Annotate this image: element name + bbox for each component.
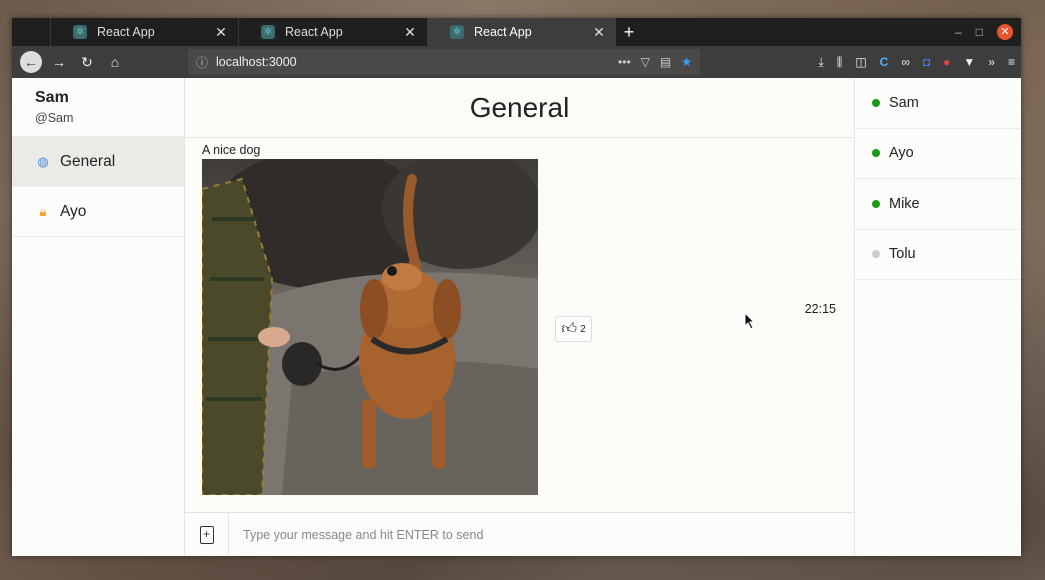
bookmark-star-icon[interactable]: ★ bbox=[681, 55, 692, 69]
library-icon[interactable]: ⫼ bbox=[837, 55, 843, 70]
user-name: Sam bbox=[889, 94, 919, 111]
thumbs-up-icon: 👍︎ bbox=[561, 320, 578, 337]
home-icon[interactable]: ⌂ bbox=[104, 51, 126, 73]
close-tab-icon[interactable]: ✕ bbox=[592, 24, 606, 41]
react-icon: ⚛ bbox=[261, 25, 275, 39]
message-caption: A nice dog bbox=[202, 143, 261, 157]
overflow-chevron-icon[interactable]: » bbox=[988, 55, 995, 69]
dog-photo bbox=[202, 159, 538, 495]
mouse-cursor-icon bbox=[744, 312, 756, 330]
download-icon[interactable]: ⤓ bbox=[818, 55, 823, 70]
user-profile: Sam @Sam bbox=[12, 78, 184, 137]
offline-status-icon bbox=[872, 250, 880, 259]
like-count: 2 bbox=[580, 323, 586, 335]
users-sidebar: Sam Ayo Mike Tolu bbox=[854, 78, 1021, 556]
browser-window: ⚛ React App ✕ ⚛ React App ✕ ⚛ React App … bbox=[12, 18, 1021, 556]
online-status-icon bbox=[872, 199, 880, 208]
user-item-sam[interactable]: Sam bbox=[855, 78, 1021, 129]
tab-label: React App bbox=[97, 25, 155, 39]
dog-photo-illustration bbox=[202, 159, 538, 495]
user-item-tolu[interactable]: Tolu bbox=[855, 230, 1021, 280]
tab-label: React App bbox=[474, 25, 532, 39]
browser-tab-3[interactable]: ⚛ React App ✕ bbox=[427, 18, 616, 46]
new-tab-button[interactable]: + bbox=[616, 18, 642, 46]
attach-file-button[interactable]: + bbox=[185, 512, 229, 556]
react-icon: ⚛ bbox=[73, 25, 87, 39]
back-arrow-icon[interactable]: ← bbox=[20, 51, 42, 73]
reader-icon[interactable]: ▤ bbox=[660, 55, 671, 69]
like-button[interactable]: 👍︎ 2 bbox=[555, 316, 592, 342]
sidebar-icon[interactable]: ◫ bbox=[855, 55, 866, 69]
room-item-ayo[interactable]: 🔒︎ Ayo bbox=[12, 187, 184, 237]
react-icon: ⚛ bbox=[450, 25, 464, 39]
page-actions-icon[interactable]: ••• bbox=[618, 55, 631, 69]
extension-v-icon[interactable]: ▼ bbox=[963, 55, 975, 69]
file-plus-icon: + bbox=[199, 525, 214, 544]
user-name: Tolu bbox=[889, 246, 916, 263]
toolbar-icons: ⤓ ⫼ ◫ C ∞ ◘ ● ▼ » ≡ bbox=[818, 46, 1015, 78]
url-actions: ••• ▽ ▤ ★ bbox=[618, 55, 692, 69]
extension-c-icon[interactable]: C bbox=[880, 55, 889, 69]
extension-glasses-icon[interactable]: ∞ bbox=[901, 55, 910, 69]
profile-handle: @Sam bbox=[35, 111, 74, 125]
minimize-icon[interactable]: – bbox=[955, 25, 962, 39]
room-label: Ayo bbox=[60, 202, 87, 220]
rooms-sidebar: Sam @Sam ◍ General 🔒︎ Ayo bbox=[12, 78, 185, 556]
forward-arrow-icon[interactable]: → bbox=[48, 51, 70, 73]
room-label: General bbox=[60, 152, 116, 170]
message-input[interactable] bbox=[229, 527, 854, 542]
pocket-icon[interactable]: ▽ bbox=[641, 55, 650, 69]
address-bar[interactable]: ⓘ localhost:3000 ••• ▽ ▤ ★ bbox=[188, 49, 700, 75]
url-text[interactable]: localhost:3000 bbox=[216, 55, 618, 69]
browser-tab-1[interactable]: ⚛ React App ✕ bbox=[50, 18, 238, 46]
tab-strip: ⚛ React App ✕ ⚛ React App ✕ ⚛ React App … bbox=[12, 18, 1021, 46]
extension-shield-icon[interactable]: ◘ bbox=[923, 55, 930, 69]
window-close-icon[interactable]: ✕ bbox=[997, 24, 1013, 40]
globe-icon: ◍ bbox=[37, 153, 49, 169]
channel-title: General bbox=[185, 78, 854, 138]
navigation-toolbar: ← → ↻ ⌂ ⓘ localhost:3000 ••• ▽ ▤ ★ ⤓ ⫼ ◫… bbox=[12, 46, 1021, 78]
message-timestamp: 22:15 bbox=[804, 302, 836, 316]
profile-name: Sam bbox=[35, 89, 69, 106]
close-tab-icon[interactable]: ✕ bbox=[214, 24, 228, 41]
user-name: Ayo bbox=[889, 145, 914, 162]
info-icon[interactable]: ⓘ bbox=[196, 54, 208, 71]
close-tab-icon[interactable]: ✕ bbox=[403, 24, 417, 41]
lock-icon: 🔒︎ bbox=[39, 203, 47, 219]
user-item-ayo[interactable]: Ayo bbox=[855, 129, 1021, 179]
browser-tab-2[interactable]: ⚛ React App ✕ bbox=[238, 18, 427, 46]
message-composer: + bbox=[185, 512, 854, 556]
user-item-mike[interactable]: Mike bbox=[855, 179, 1021, 230]
tab-label: React App bbox=[285, 25, 343, 39]
maximize-icon[interactable]: □ bbox=[976, 25, 983, 39]
user-name: Mike bbox=[889, 195, 920, 212]
window-controls: – □ ✕ bbox=[955, 18, 1021, 46]
extension-red-icon[interactable]: ● bbox=[943, 55, 950, 69]
reload-icon[interactable]: ↻ bbox=[76, 51, 98, 73]
online-status-icon bbox=[872, 98, 880, 107]
room-item-general[interactable]: ◍ General bbox=[12, 137, 184, 187]
online-status-icon bbox=[872, 149, 880, 158]
chat-app: Sam @Sam ◍ General 🔒︎ Ayo General A nice… bbox=[12, 78, 1021, 556]
menu-hamburger-icon[interactable]: ≡ bbox=[1008, 55, 1015, 69]
